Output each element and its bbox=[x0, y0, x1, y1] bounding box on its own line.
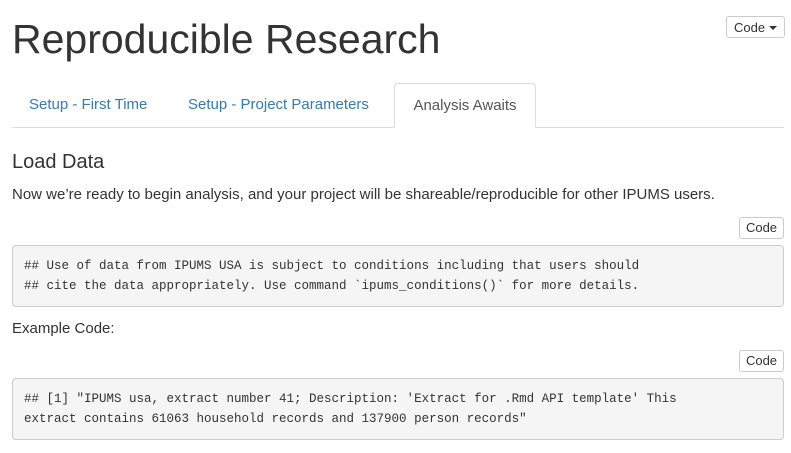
page-title: Reproducible Research bbox=[12, 16, 441, 62]
tab-analysis-awaits[interactable]: Analysis Awaits bbox=[394, 83, 536, 128]
code-menu-button[interactable]: Code bbox=[726, 16, 786, 38]
code-output-line: ## Use of data from IPUMS USA is subject… bbox=[24, 259, 640, 273]
caret-down-icon bbox=[769, 25, 778, 30]
code-toggle-button[interactable]: Code bbox=[739, 350, 784, 372]
intro-paragraph: Now we’re ready to begin analysis, and y… bbox=[12, 186, 715, 203]
tab-bar: Setup - First Time Setup - Project Param… bbox=[12, 83, 784, 128]
section-title: Load Data bbox=[12, 151, 105, 173]
tab-setup-first-time[interactable]: Setup - First Time bbox=[29, 83, 147, 128]
code-toggle-button[interactable]: Code bbox=[739, 217, 784, 239]
code-output-line: extract contains 61063 household records… bbox=[24, 412, 527, 426]
code-output-line: ## [1] "IPUMS usa, extract number 41; De… bbox=[24, 392, 677, 406]
example-code-label: Example Code: bbox=[12, 320, 115, 337]
code-menu-label: Code bbox=[734, 19, 766, 35]
code-output-block: ## Use of data from IPUMS USA is subject… bbox=[12, 245, 784, 307]
tab-setup-project-parameters[interactable]: Setup - Project Parameters bbox=[188, 83, 369, 128]
code-output-block: ## [1] "IPUMS usa, extract number 41; De… bbox=[12, 378, 784, 440]
code-output-line: ## cite the data appropriately. Use comm… bbox=[24, 279, 640, 293]
